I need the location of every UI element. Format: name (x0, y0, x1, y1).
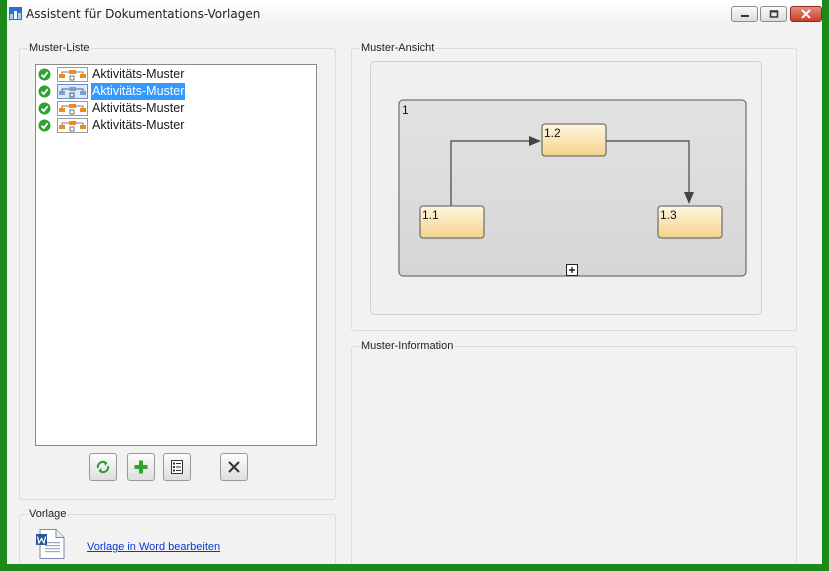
add-button[interactable] (127, 453, 155, 481)
properties-button[interactable] (163, 453, 191, 481)
activity-pattern-icon (57, 84, 88, 99)
refresh-icon (96, 460, 110, 474)
activity-pattern-icon (57, 101, 88, 116)
template-label: Vorlage (28, 508, 68, 520)
activity-node-label: 1.3 (660, 208, 677, 222)
expand-icon[interactable] (566, 264, 578, 276)
activity-pattern-icon (57, 67, 88, 82)
template-group: Vorlage (19, 508, 336, 564)
check-icon (38, 119, 51, 132)
check-icon (38, 102, 51, 115)
maximize-button[interactable] (760, 6, 787, 22)
minimize-button[interactable] (731, 6, 758, 22)
delete-button[interactable] (220, 453, 248, 481)
pattern-tree[interactable]: Aktivitäts-Muster Aktivitäts-Muster Akti… (35, 64, 317, 446)
pattern-view-label: Muster-Ansicht (360, 42, 436, 54)
activity-node-label: 1.1 (422, 208, 439, 222)
pattern-item-label: Aktivitäts-Muster (91, 83, 186, 100)
app-icon (9, 7, 22, 20)
activity-node-label: 1.2 (544, 126, 561, 140)
minimize-icon (740, 15, 749, 17)
title-bar[interactable]: Assistent für Dokumentations-Vorlagen (7, 0, 822, 27)
check-icon (38, 85, 51, 98)
pattern-item-label: Aktivitäts-Muster (92, 118, 185, 132)
check-icon (38, 68, 51, 81)
pattern-info-label: Muster-Information (360, 340, 455, 352)
delete-icon (228, 461, 240, 473)
word-document-icon (36, 529, 65, 559)
edit-in-word-link[interactable]: Vorlage in Word bearbeiten (87, 541, 220, 553)
dialog-window: Assistent für Dokumentations-Vorlagen Mu… (7, 0, 822, 564)
pattern-diagram: 1 1.2 1.1 1.3 (398, 99, 747, 277)
activity-pattern-icon (57, 118, 88, 133)
pattern-item-label: Aktivitäts-Muster (92, 67, 185, 81)
pattern-list-label: Muster-Liste (28, 42, 91, 54)
container-node-label: 1 (402, 103, 409, 117)
pattern-preview: 1 1.2 1.1 1.3 (370, 61, 762, 315)
pattern-info-group: Muster-Information (351, 340, 797, 564)
pattern-item-label: Aktivitäts-Muster (92, 101, 185, 115)
refresh-button[interactable] (89, 453, 117, 481)
maximize-icon (769, 10, 778, 18)
window-title: Assistent für Dokumentations-Vorlagen (26, 7, 261, 21)
close-icon (801, 9, 811, 19)
add-icon (134, 460, 148, 474)
properties-icon (171, 460, 183, 474)
close-button[interactable] (790, 6, 822, 22)
